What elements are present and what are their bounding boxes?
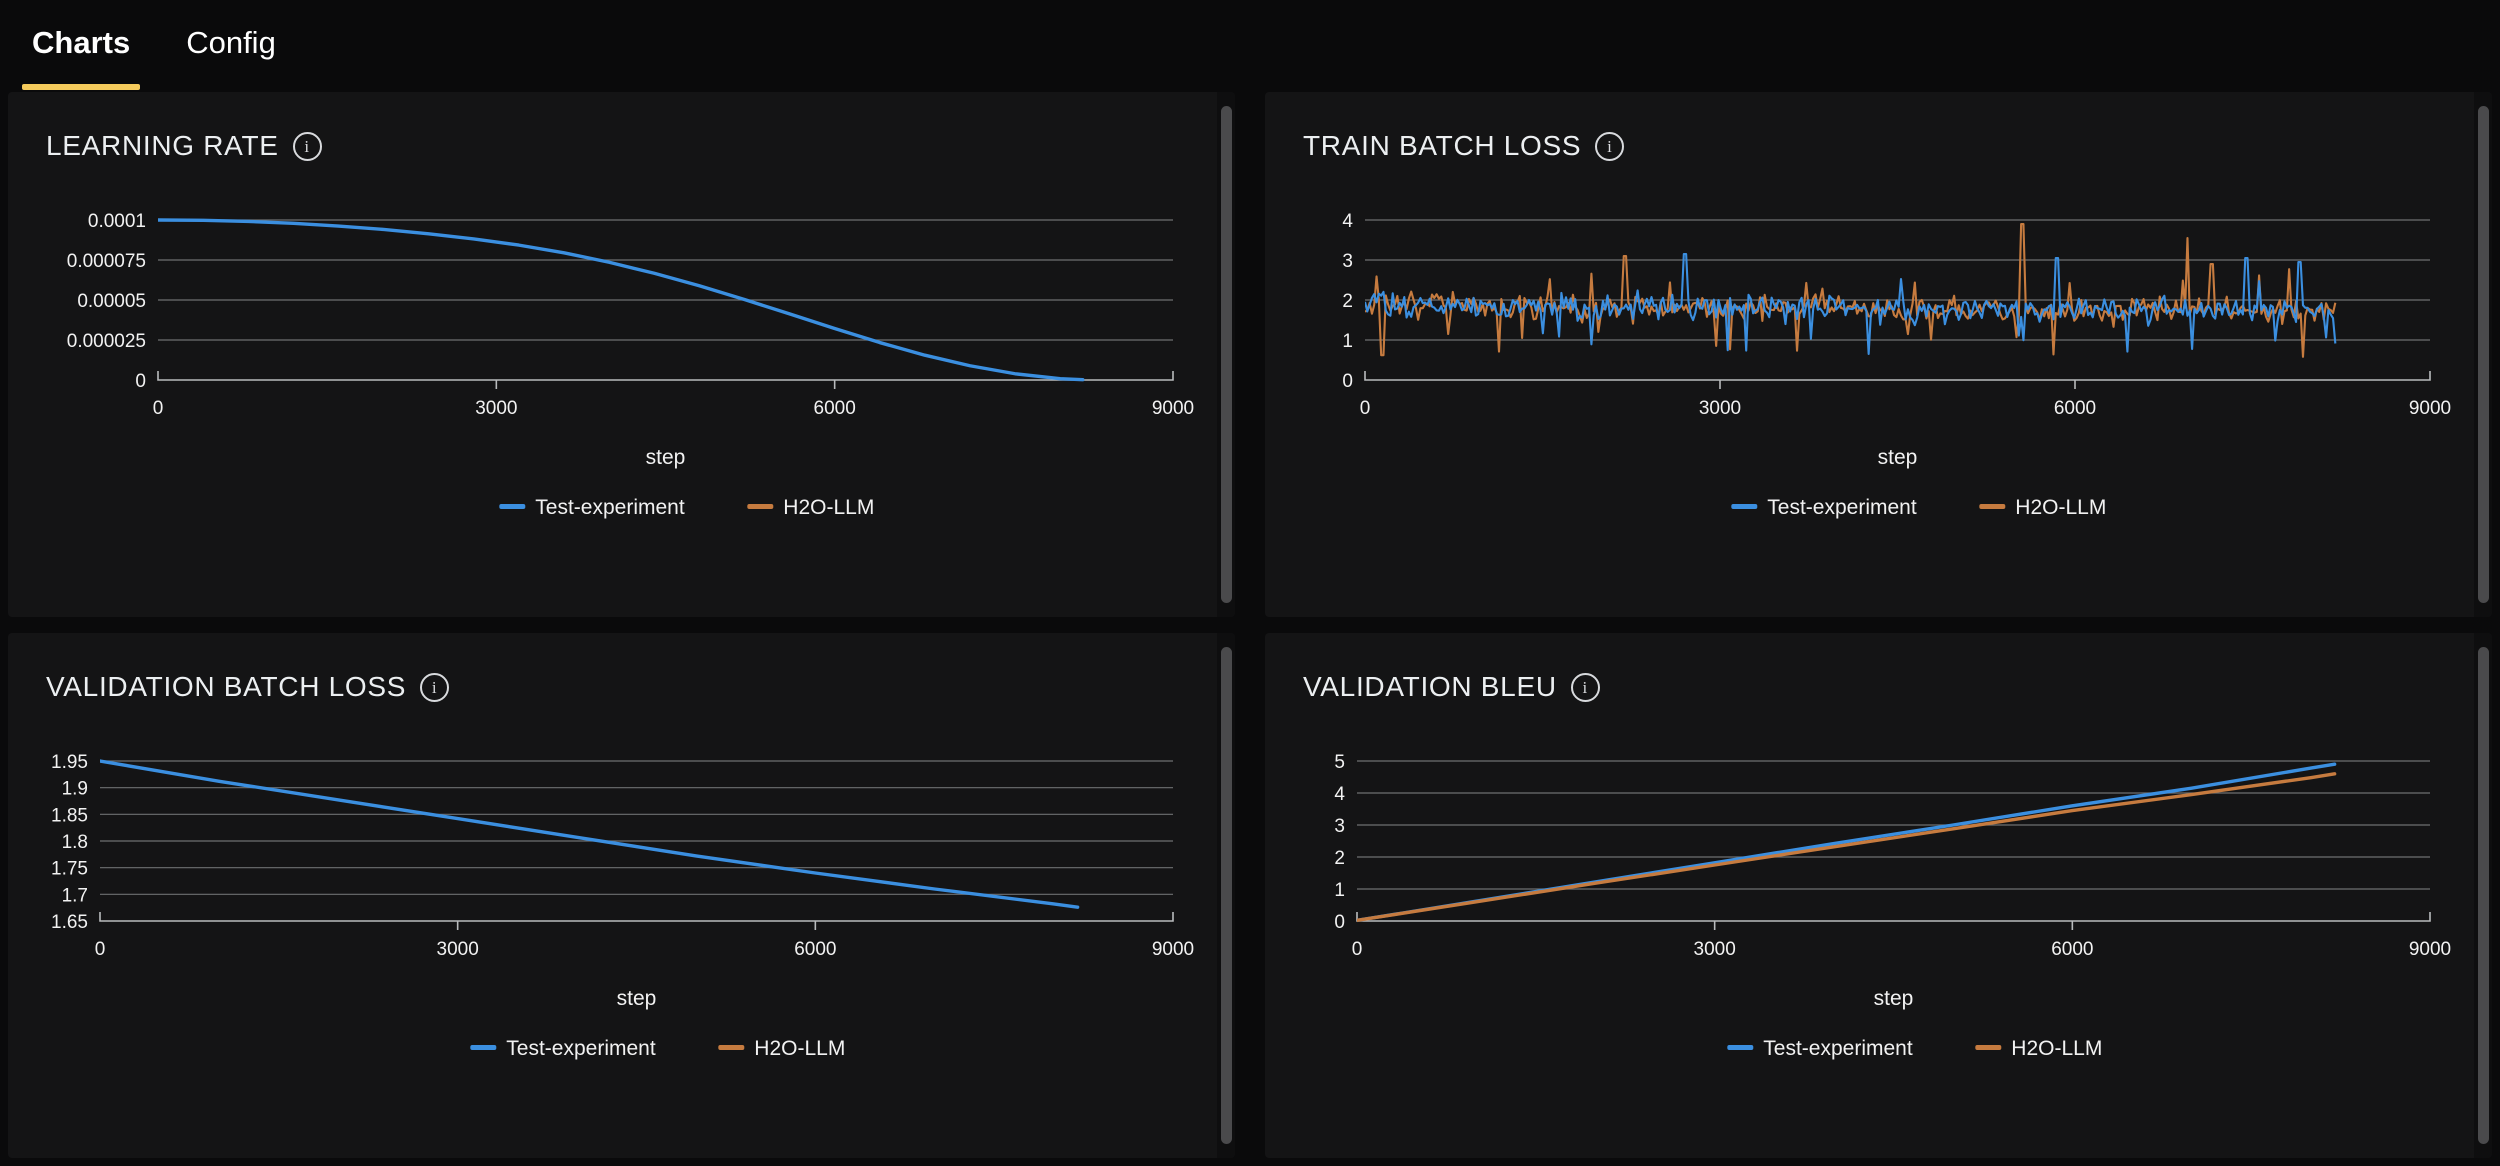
panel-validation-bleu: VALIDATION BLEU i 0 1 2 3 4 5 0 3000 6000 9000 ste… (1265, 633, 2492, 1158)
y-axis-tick-label: 0 (1334, 912, 1345, 933)
panel-scrollbar-thumb[interactable] (1221, 647, 1232, 1144)
tab-config-label: Config (186, 25, 276, 60)
tab-bar: Charts Config (0, 0, 2500, 92)
x-axis-tick-label: 0 (153, 398, 164, 419)
series-line-orange (1365, 222, 2337, 358)
chart-legend: Test-experiment H2O-LLM (499, 496, 874, 519)
y-axis-tick-label: 0.00005 (77, 291, 146, 312)
chart-train-batch-loss[interactable]: 0 1 2 3 4 0 3000 6000 9000 step Test-experiment H2O… (1265, 92, 2475, 617)
legend-swatch[interactable] (1975, 1045, 2002, 1050)
chart-validation-bleu[interactable]: 0 1 2 3 4 5 0 3000 6000 9000 step Test-experiment H2… (1265, 633, 2475, 1158)
panel-validation-batch-loss: VALIDATION BATCH LOSS i 1.65 1.7 1.75 1.8 1.… (8, 633, 1235, 1158)
y-axis-tick-label: 1.75 (51, 859, 88, 880)
legend-label[interactable]: Test-experiment (1767, 496, 1917, 519)
chart-validation-batch-loss[interactable]: 1.65 1.7 1.75 1.8 1.85 1.9 1.95 0 3000 6000 9000 st… (8, 633, 1218, 1158)
x-axis-tick-label: 3000 (475, 398, 517, 419)
series-line-blue (100, 759, 1080, 909)
panel-scrollbar-track[interactable] (1217, 92, 1235, 617)
legend-swatch[interactable] (718, 1045, 745, 1050)
y-axis-tick-label: 0.000075 (67, 251, 146, 272)
x-axis-tick-label: 0 (95, 939, 106, 960)
y-axis-tick-label: 3 (1342, 251, 1353, 272)
x-axis-title: step (1874, 987, 1914, 1010)
x-axis-title: step (646, 446, 686, 469)
y-axis-tick-label: 4 (1342, 211, 1353, 232)
legend-swatch[interactable] (470, 1045, 497, 1050)
x-axis-tick-label: 0 (1352, 939, 1363, 960)
x-axis-tick-label: 9000 (1152, 398, 1194, 419)
legend-label[interactable]: H2O-LLM (754, 1037, 845, 1060)
y-axis-tick-label: 2 (1334, 848, 1345, 869)
y-axis-tick-label: 0 (1342, 371, 1353, 392)
x-axis-tick-label: 6000 (2054, 398, 2096, 419)
tab-charts-label: Charts (32, 25, 131, 60)
x-axis-tick-label: 9000 (1152, 939, 1194, 960)
y-axis-tick-label: 1.8 (62, 832, 88, 853)
panel-scrollbar-thumb[interactable] (2478, 647, 2489, 1144)
y-axis-tick-label: 5 (1334, 752, 1345, 773)
panel-scrollbar-thumb[interactable] (1221, 106, 1232, 603)
x-axis-tick-label: 3000 (437, 939, 479, 960)
x-axis-tick-label: 3000 (1699, 398, 1741, 419)
panel-scrollbar-thumb[interactable] (2478, 106, 2489, 603)
y-axis-tick-label: 1.9 (62, 779, 88, 800)
chart-legend: Test-experiment H2O-LLM (1731, 496, 2106, 519)
legend-swatch[interactable] (747, 504, 774, 509)
y-axis-tick-label: 1.85 (51, 805, 88, 826)
legend-label[interactable]: Test-experiment (535, 496, 685, 519)
legend-label[interactable]: Test-experiment (506, 1037, 656, 1060)
legend-label[interactable]: H2O-LLM (2015, 496, 2106, 519)
tab-config[interactable]: Config (176, 18, 286, 64)
y-axis-tick-label: 3 (1334, 816, 1345, 837)
y-axis-tick-label: 1 (1342, 331, 1353, 352)
y-axis-tick-label: 0 (135, 371, 146, 392)
y-axis-tick-label: 1.7 (62, 885, 88, 906)
chart-legend: Test-experiment H2O-LLM (470, 1037, 845, 1060)
legend-swatch[interactable] (1979, 504, 2006, 509)
y-axis-tick-label: 4 (1334, 784, 1345, 805)
series-line-orange (1357, 772, 2337, 923)
panel-scrollbar-track[interactable] (2474, 633, 2492, 1158)
x-axis-tick-label: 0 (1360, 398, 1371, 419)
chart-legend: Test-experiment H2O-LLM (1727, 1037, 2102, 1060)
legend-label[interactable]: Test-experiment (1763, 1037, 1913, 1060)
tab-charts[interactable]: Charts (22, 18, 141, 90)
x-axis-tick-label: 6000 (814, 398, 856, 419)
panel-train-batch-loss: TRAIN BATCH LOSS i 0 1 2 3 4 0 3000 6000 9000 ste… (1265, 92, 2492, 617)
tab-active-underline (22, 84, 141, 90)
y-axis-tick-label: 2 (1342, 291, 1353, 312)
panel-scrollbar-track[interactable] (1217, 633, 1235, 1158)
legend-swatch[interactable] (1727, 1045, 1754, 1050)
x-axis-title: step (617, 987, 657, 1010)
x-axis-tick-label: 6000 (2051, 939, 2093, 960)
legend-swatch[interactable] (499, 504, 526, 509)
y-axis-tick-label: 1.95 (51, 752, 88, 773)
x-axis-tick-label: 9000 (2409, 939, 2451, 960)
legend-swatch[interactable] (1731, 504, 1758, 509)
x-axis-title: step (1878, 446, 1918, 469)
legend-label[interactable]: H2O-LLM (783, 496, 874, 519)
legend-label[interactable]: H2O-LLM (2011, 1037, 2102, 1060)
y-axis-tick-label: 0.0001 (88, 211, 146, 232)
charts-grid: LEARNING RATE i 0 0.000025 0.00005 0.000075… (0, 92, 2500, 1166)
panel-learning-rate: LEARNING RATE i 0 0.000025 0.00005 0.000075… (8, 92, 1235, 617)
panel-scrollbar-track[interactable] (2474, 92, 2492, 617)
y-axis-tick-label: 1 (1334, 880, 1345, 901)
x-axis-tick-label: 3000 (1694, 939, 1736, 960)
y-axis-tick-label: 1.65 (51, 912, 88, 933)
x-axis-tick-label: 9000 (2409, 398, 2451, 419)
chart-learning-rate[interactable]: 0 0.000025 0.00005 0.000075 0.0001 0 3000 6000 9… (8, 92, 1218, 617)
y-axis-tick-label: 0.000025 (67, 331, 146, 352)
x-axis-tick-label: 6000 (794, 939, 836, 960)
